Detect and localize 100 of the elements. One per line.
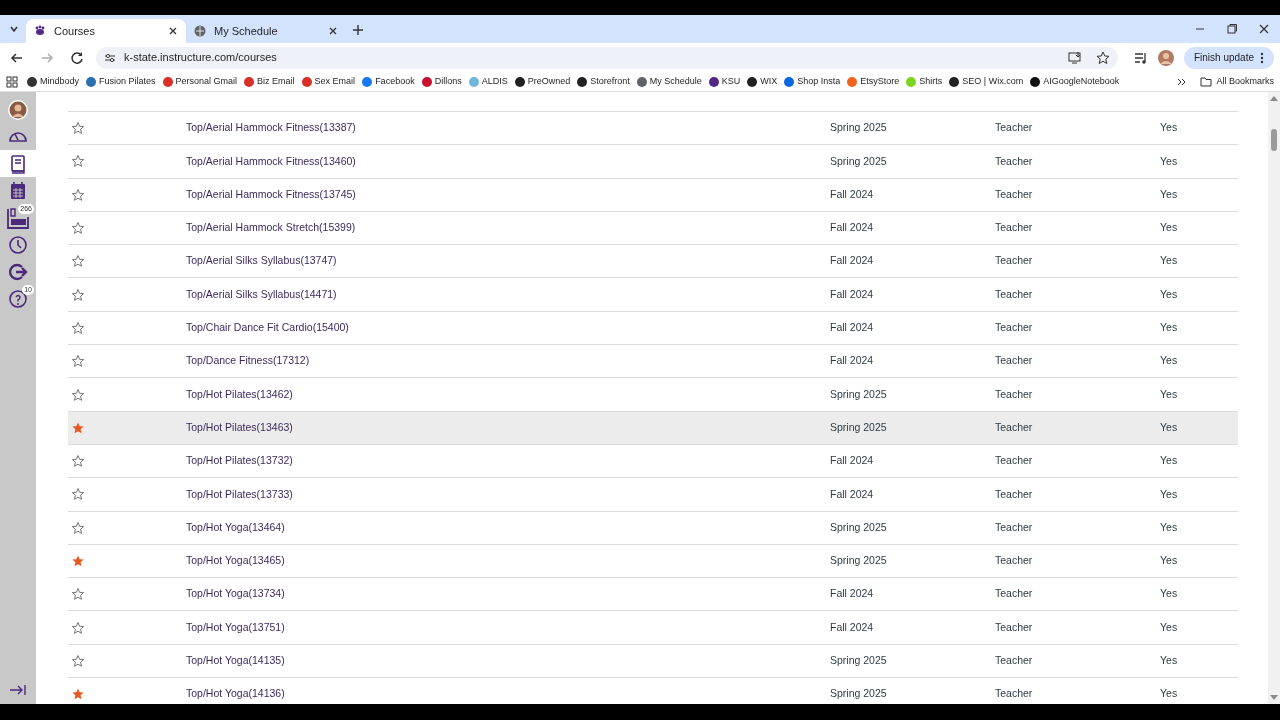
star-outline-icon[interactable] [72, 621, 84, 634]
restore-icon[interactable] [1226, 23, 1238, 35]
all-bookmarks-link[interactable]: All Bookmarks [1200, 74, 1274, 89]
term-cell-text: Spring 2025 [830, 686, 888, 702]
course-link[interactable]: Top/Hot Yoga(14136) [186, 687, 285, 700]
course-link[interactable]: Top/Aerial Hammock Fitness(13387) [186, 121, 356, 134]
star-outline-icon[interactable] [72, 521, 84, 534]
bookmark-link[interactable]: KSU [708, 74, 741, 89]
course-link[interactable]: Top/Hot Pilates(13462) [186, 387, 293, 400]
term-cell-text: Fall 2024 [830, 320, 875, 336]
course-link[interactable]: Top/Hot Yoga(14135) [186, 654, 285, 666]
course-link[interactable]: Top/Hot Pilates(13732) [186, 454, 293, 467]
bookmark-link[interactable]: Facebook [362, 74, 415, 89]
published-cell: Yes [1160, 220, 1178, 236]
course-link[interactable]: Top/Aerial Hammock Fitness(13745) [186, 187, 356, 200]
bookmark-link[interactable]: SEO | Wix.com [949, 74, 1024, 89]
scrollbar-thumb[interactable] [1271, 129, 1277, 151]
course-link[interactable]: Top/Hot Yoga(13751) [186, 620, 285, 633]
role-cell-text: Teacher [995, 653, 1034, 668]
term-cell-text: Fall 2024 [830, 220, 875, 236]
star-outline-icon[interactable] [72, 188, 84, 201]
profile-avatar[interactable] [1157, 49, 1174, 66]
bookmark-link[interactable]: My Schedule [636, 74, 702, 89]
address-bar[interactable]: k-state.instructure.com/courses [96, 46, 1118, 69]
star-outline-icon[interactable] [72, 155, 84, 168]
media-control-icon[interactable] [1133, 50, 1148, 65]
course-link[interactable]: Top/Hot Pilates(13733) [186, 487, 293, 500]
course-link[interactable]: Top/Aerial Silks Syllabus(13747) [186, 254, 337, 267]
filled-star-icon[interactable] [72, 555, 84, 567]
term-cell-text: Fall 2024 [830, 453, 875, 469]
role-cell-text: Teacher [995, 320, 1034, 336]
course-link[interactable]: Top/Hot Yoga(13464) [186, 520, 285, 533]
role-cell-text: Teacher [995, 120, 1034, 136]
published-cell-text: Yes [1160, 286, 1178, 302]
collapse-sidebar-icon[interactable] [9, 684, 27, 696]
bookmark-link[interactable]: PreOwned [514, 74, 571, 89]
finish-update-button[interactable]: Finish update [1183, 46, 1274, 69]
bookmark-link[interactable]: Storefront [577, 74, 630, 89]
bookmark-link[interactable]: Shop Insta [784, 74, 841, 89]
bookmark-link[interactable]: AIGoogleNotebook [1030, 74, 1120, 89]
star-outline-icon[interactable] [72, 321, 84, 334]
role-cell-text: Teacher [995, 519, 1034, 535]
apps-grid-icon[interactable] [6, 75, 18, 88]
term-cell-text: Fall 2024 [830, 619, 875, 635]
bookmark-link[interactable]: Mindbody [27, 74, 80, 89]
star-outline-icon[interactable] [72, 255, 84, 268]
back-icon[interactable] [10, 50, 24, 65]
role-cell-text: Teacher [995, 220, 1034, 236]
bookmark-star-icon[interactable] [1095, 50, 1110, 65]
star-outline-icon[interactable] [72, 122, 84, 135]
term-cell-text: Spring 2025 [830, 653, 888, 668]
role-cell-text: Teacher [995, 453, 1034, 469]
site-settings-icon[interactable] [104, 51, 116, 64]
course-link[interactable]: Top/Aerial Hammock Fitness(13460) [186, 154, 356, 167]
published-cell-text: Yes [1160, 486, 1178, 502]
close-icon[interactable] [328, 26, 338, 36]
star-outline-icon[interactable] [72, 388, 84, 401]
star-outline-icon[interactable] [72, 222, 84, 235]
browser-tab[interactable]: Courses [26, 19, 186, 43]
course-link[interactable]: Top/Hot Yoga(13734) [186, 587, 285, 600]
bookmark-link[interactable]: EtsyStore [847, 74, 900, 89]
bookmark-link[interactable]: Sex Email [301, 74, 356, 89]
role-cell-text: Teacher [995, 586, 1034, 602]
bookmark-link[interactable]: Fusion Pilates [86, 74, 156, 89]
course-link[interactable]: Top/Dance Fitness(17312) [186, 354, 310, 367]
course-link[interactable]: Top/Hot Pilates(13463) [186, 420, 293, 433]
bookmark-link[interactable]: WIX [747, 74, 778, 89]
filled-star-icon[interactable] [72, 421, 84, 434]
new-tab-icon[interactable] [352, 24, 364, 36]
course-link[interactable]: Top/Aerial Hammock Stretch(15399) [186, 221, 356, 234]
star-outline-icon[interactable] [72, 355, 84, 368]
term-cell-text: Spring 2025 [830, 419, 888, 435]
published-cell: Yes [1160, 453, 1178, 469]
published-cell-text: Yes [1160, 186, 1178, 202]
star-outline-icon[interactable] [72, 588, 84, 601]
reload-icon[interactable] [70, 50, 84, 65]
term-cell-text: Spring 2025 [830, 553, 888, 569]
sidebar-nav-item[interactable] [0, 150, 36, 177]
bookmark-link[interactable]: Shirts [906, 74, 943, 89]
browser-tab[interactable]: My Schedule [186, 19, 346, 43]
bookmark-link[interactable]: Biz Email [244, 74, 295, 89]
close-icon[interactable] [168, 26, 178, 36]
more-icon[interactable] [1260, 51, 1264, 64]
star-outline-icon[interactable] [72, 455, 84, 468]
course-link[interactable]: Top/Hot Yoga(13465) [186, 554, 285, 567]
star-outline-icon[interactable] [72, 654, 84, 667]
bookmark-link[interactable]: ALDIS [468, 74, 508, 89]
install-icon[interactable] [1067, 50, 1082, 65]
bookmark-link[interactable]: Dillons [421, 74, 462, 89]
filled-star-icon[interactable] [72, 688, 84, 701]
bookmark-link[interactable]: Personal Gmail [162, 74, 238, 89]
star-outline-icon[interactable] [72, 488, 84, 501]
close-icon[interactable] [1258, 23, 1270, 35]
published-cell-text: Yes [1160, 353, 1178, 369]
more-bookmarks-chevron-icon[interactable] [1177, 76, 1188, 87]
course-link[interactable]: Top/Aerial Silks Syllabus(14471) [186, 287, 337, 300]
star-outline-icon[interactable] [72, 288, 84, 301]
role-cell-text: Teacher [995, 686, 1034, 702]
course-link[interactable]: Top/Chair Dance Fit Cardio(15400) [186, 321, 349, 334]
scroll-up-arrow-icon[interactable] [1270, 96, 1278, 101]
